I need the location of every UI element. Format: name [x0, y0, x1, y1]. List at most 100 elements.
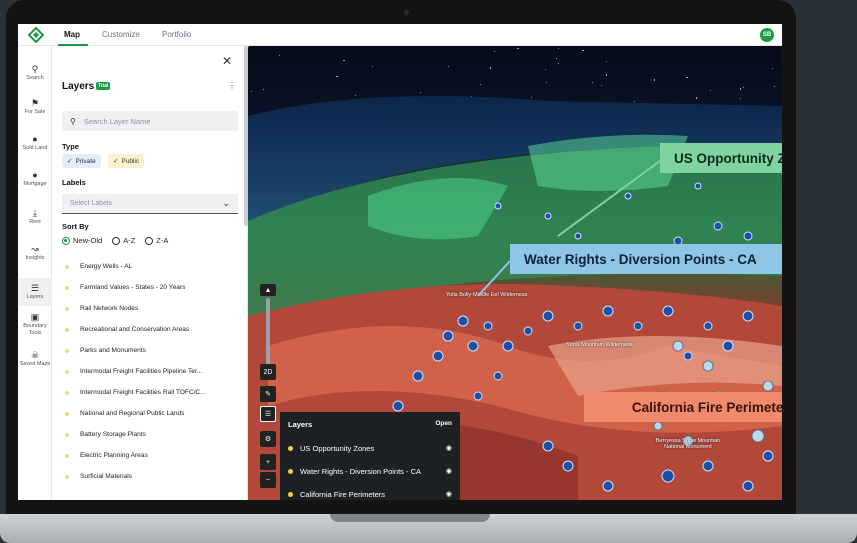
- radio-selected: [62, 236, 70, 245]
- sidebar-item-label: Boundary Tools: [23, 323, 47, 336]
- sidebar-item-label: For Sale: [24, 109, 46, 115]
- chip-private[interactable]: ✓ Private: [62, 154, 101, 168]
- list-item[interactable]: Surficial Materials: [62, 466, 242, 487]
- select-placeholder: Select Labels: [70, 200, 113, 207]
- list-item[interactable]: Intermodal Freight Facilities Pipeline T…: [62, 361, 242, 382]
- avatar[interactable]: SB: [760, 28, 774, 42]
- top-bar: Map Customize Portfolio SB: [18, 24, 782, 46]
- list-item[interactable]: Parks and Monuments: [62, 340, 242, 361]
- radio: [145, 236, 154, 245]
- sidebar-item-layers[interactable]: ☰ Layers: [18, 278, 52, 306]
- search-placeholder: Search Layer Name: [83, 116, 151, 126]
- zoom-out-button[interactable]: −: [260, 472, 276, 488]
- camera: [404, 10, 409, 15]
- labels-select[interactable]: Select Labels ⌄: [62, 194, 238, 214]
- boundary-icon: ▣: [30, 312, 40, 322]
- pin-icon: ●: [32, 134, 38, 144]
- download-icon: ⤓: [33, 208, 37, 218]
- layer-list: Energy Wells - AL Farmland Values - Stat…: [62, 256, 242, 487]
- tab-portfolio[interactable]: Portfolio: [162, 30, 191, 39]
- labels-label: Labels: [62, 178, 86, 187]
- draw-icon[interactable]: ✎: [260, 386, 276, 402]
- sidebar-item-label: Mortgage: [23, 181, 47, 187]
- eye-icon[interactable]: ◉: [446, 490, 452, 498]
- list-item[interactable]: Battery Storage Plants: [62, 424, 242, 445]
- layer-search-input[interactable]: ⚲ Search Layer Name: [62, 111, 238, 131]
- sidebar-item-saved-maps[interactable]: ☠ Saved Maps: [18, 350, 52, 368]
- app-logo-icon[interactable]: [28, 27, 44, 43]
- widget-layer-label: US Opportunity Zones: [300, 444, 375, 453]
- sort-z-a[interactable]: Z-A: [145, 236, 168, 245]
- chip-public[interactable]: ✓ Public: [108, 154, 145, 168]
- sidebar-item-label: Search: [26, 75, 44, 81]
- sidebar-item-search[interactable]: ⚲ Search: [18, 64, 52, 82]
- dollar-icon: ●: [32, 170, 38, 180]
- radio-label: New-Old: [73, 236, 103, 245]
- eye-icon[interactable]: ◉: [446, 467, 452, 475]
- list-item[interactable]: Rail Network Nodes: [62, 298, 242, 319]
- widget-layer-label: Water Rights - Diversion Points - CA: [300, 467, 422, 476]
- settings-icon[interactable]: ⚙: [260, 431, 276, 447]
- sidebar-item-label: Sold Land: [22, 145, 48, 151]
- sidebar-item-insights[interactable]: ↝ Insights: [18, 244, 52, 262]
- layers-widget: Layers Open US Opportunity Zones ◉ Water…: [280, 412, 460, 500]
- sidebar-item-mortgage[interactable]: ● Mortgage: [18, 170, 52, 188]
- sidebar-item-label: Rent: [29, 219, 41, 225]
- widget-layer-row[interactable]: Water Rights - Diversion Points - CA ◉: [288, 467, 452, 476]
- close-icon[interactable]: ✕: [222, 54, 232, 68]
- layer-color-dot: [288, 469, 293, 474]
- trial-badge: Trial: [96, 82, 111, 90]
- widget-title: Layers: [288, 420, 313, 429]
- sort-label: Sort By: [62, 222, 89, 231]
- compass-icon[interactable]: ▲: [260, 284, 276, 296]
- panel-title: Layers: [62, 81, 95, 92]
- sidebar-item-sold-land[interactable]: ● Sold Land: [18, 134, 52, 152]
- sidebar-item-label: Insights: [25, 255, 45, 261]
- mode-2d-button[interactable]: 2D: [260, 364, 276, 380]
- check-icon: ✓: [67, 158, 73, 165]
- tab-customize[interactable]: Customize: [102, 30, 140, 39]
- list-item[interactable]: National and Regional Public Lands: [62, 403, 242, 424]
- chart-icon: ↝: [31, 244, 39, 254]
- sidebar-item-label: Saved Maps: [19, 361, 51, 367]
- sidebar-item-boundary-tools[interactable]: ▣ Boundary Tools: [18, 312, 52, 336]
- sidebar-rail: ⚲ Search ⚑ For Sale ● Sold Land ● Mortga…: [18, 46, 52, 500]
- zoom-in-button[interactable]: +: [260, 454, 276, 470]
- pushpin-icon: ☠: [30, 350, 40, 360]
- chip-label: Private: [75, 157, 96, 165]
- layer-color-dot: [288, 492, 293, 497]
- more-options-icon[interactable]: ⋮: [228, 81, 236, 90]
- laptop-notch: [330, 514, 490, 522]
- layers-toggle-icon[interactable]: ☰: [260, 406, 276, 422]
- sort-options: New-Old A-Z Z-A: [62, 236, 168, 245]
- sidebar-item-for-sale[interactable]: ⚑ For Sale: [18, 98, 52, 116]
- list-item[interactable]: Recreational and Conservation Areas: [62, 319, 242, 340]
- radio-label: A-Z: [123, 236, 136, 245]
- sidebar-item-label: Layers: [26, 294, 44, 300]
- chip-label: Public: [121, 157, 140, 165]
- search-icon: ⚲: [70, 116, 76, 126]
- eye-icon[interactable]: ◉: [446, 444, 452, 452]
- layers-icon: ☰: [30, 283, 40, 293]
- tab-map[interactable]: Map: [64, 30, 80, 39]
- app-screen: Map Customize Portfolio SB ⚲ Search ⚑ Fo…: [18, 24, 782, 500]
- widget-layer-row[interactable]: California Fire Perimeters ◉: [288, 490, 452, 499]
- layer-color-dot: [288, 446, 293, 451]
- list-item[interactable]: Farmland Values - States - 20 Years: [62, 277, 242, 298]
- map-view[interactable]: Yolla Bolly-Middle Eel Wilderness Snow M…: [248, 46, 782, 500]
- list-item[interactable]: Intermodal Freight Facilities Rail TOFC/…: [62, 382, 242, 403]
- radio-label: Z-A: [156, 236, 169, 245]
- check-icon: ✓: [113, 158, 119, 165]
- sidebar-item-rent[interactable]: ⤓ Rent: [18, 208, 52, 226]
- list-item[interactable]: Electric Planning Areas: [62, 445, 242, 466]
- sort-a-z[interactable]: A-Z: [112, 236, 135, 245]
- sort-new-old[interactable]: New-Old: [62, 236, 102, 245]
- widget-layer-row[interactable]: US Opportunity Zones ◉: [288, 444, 452, 453]
- chevron-down-icon: ⌄: [222, 198, 230, 208]
- widget-layer-label: California Fire Perimeters: [300, 490, 386, 499]
- layers-panel: ✕ Layers Trial ⋮ ⚲ Search Layer Name Typ…: [52, 46, 248, 500]
- widget-open-toggle[interactable]: Open: [435, 420, 452, 427]
- radio: [112, 236, 121, 245]
- search-icon: ⚲: [31, 64, 39, 74]
- list-item[interactable]: Energy Wells - AL: [62, 256, 242, 277]
